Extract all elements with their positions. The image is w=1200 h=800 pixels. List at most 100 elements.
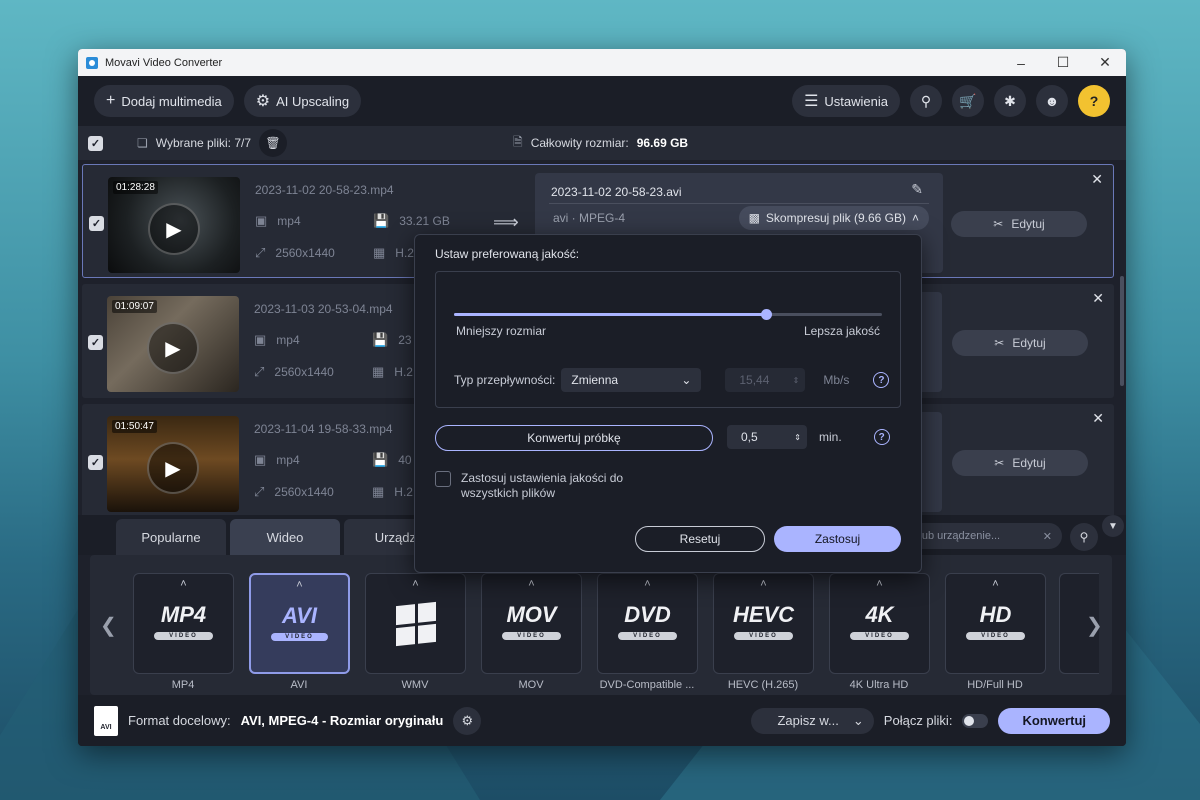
play-icon[interactable]: ▶ xyxy=(147,322,199,374)
disk-icon: 💾 xyxy=(372,332,389,347)
settings-button[interactable]: ☰ Ustawienia xyxy=(792,85,900,117)
file-checkbox[interactable]: ✓ xyxy=(88,455,103,470)
delete-selected-button[interactable]: 🗑 xyxy=(259,129,288,157)
bitrate-help-icon[interactable]: ? xyxy=(873,372,890,388)
apply-all-option[interactable]: Zastosuj ustawienia jakości do wszystkic… xyxy=(435,471,651,501)
edit-name-icon[interactable]: ✎ xyxy=(911,181,923,198)
compress-file-button[interactable]: ▩ Skompresuj plik (9.66 GB) ˄ xyxy=(738,206,929,230)
minimize-button[interactable]: – xyxy=(1000,55,1042,71)
codec-value: H.2 xyxy=(394,485,413,499)
codec-icon: ▦ xyxy=(372,364,385,379)
format-card-4k[interactable]: ˄ 4K VIDEO xyxy=(829,573,930,674)
format-logo: AVI xyxy=(281,603,318,628)
add-media-button[interactable]: + Dodaj multimedia xyxy=(94,85,234,117)
help-button[interactable]: ? xyxy=(1078,85,1110,117)
duration-badge: 01:28:28 xyxy=(113,181,158,194)
apply-button[interactable]: Zastosuj xyxy=(774,526,901,552)
selection-bar: ✓ ❏ Wybrane pliki: 7/7 🗑 🗎 Całkowity roz… xyxy=(78,126,1126,160)
sample-length-value: 0,5 xyxy=(741,430,758,444)
format-card-avi[interactable]: ˄ AVI VIDEO xyxy=(249,573,350,674)
format-logo-sub: VIDEO xyxy=(618,632,677,640)
quality-slider[interactable] xyxy=(454,309,882,320)
smaller-size-label: Mniejszy rozmiar xyxy=(456,324,547,338)
chevron-up-icon: ˄ xyxy=(760,578,767,590)
edit-button[interactable]: ✂ Edytuj xyxy=(951,211,1087,237)
account-button[interactable]: ☻ xyxy=(1036,85,1068,117)
stepper-icon: ⇕ xyxy=(792,375,800,385)
tab-popular[interactable]: Popularne xyxy=(116,519,226,555)
cart-button[interactable]: 🛒 xyxy=(952,85,984,117)
format-card-mp4[interactable]: ˄ MP4 VIDEO xyxy=(133,573,234,674)
source-file-name: 2023-11-03 20-53-04.mp4 xyxy=(254,302,393,316)
plus-icon: + xyxy=(106,92,116,109)
scissors-icon: ✂ xyxy=(994,336,1005,350)
quality-popup-title: Ustaw preferowaną jakość: xyxy=(435,247,580,261)
format-logo: 4K xyxy=(865,602,894,627)
reset-button[interactable]: Resetuj xyxy=(635,526,765,552)
next-arrow-icon[interactable]: ❯ xyxy=(1086,613,1103,638)
format-settings-button[interactable]: ⚙ xyxy=(453,706,482,735)
source-format: ▣ mp4 xyxy=(255,213,301,229)
format-card-hd[interactable]: ˄ HD VIDEO xyxy=(945,573,1046,674)
format-card-dvd[interactable]: ˄ DVD VIDEO xyxy=(597,573,698,674)
play-icon[interactable]: ▶ xyxy=(147,442,199,494)
prev-arrow-icon[interactable]: ❮ xyxy=(100,613,117,638)
source-file-name: 2023-11-02 20-58-23.mp4 xyxy=(255,183,394,197)
format-logo-sub: VIDEO xyxy=(154,632,213,640)
format-carousel: ❮ ˄ MP4 VIDEO MP4 ˄ AVI VIDEO AVI ˄ WMV … xyxy=(90,555,1112,695)
select-all-checkbox[interactable]: ✓ xyxy=(88,135,103,151)
scissors-icon: ✂ xyxy=(994,456,1005,470)
play-icon[interactable]: ▶ xyxy=(148,203,200,255)
ai-upscaling-label: AI Upscaling xyxy=(276,93,350,109)
files-icon: ❏ xyxy=(137,136,148,150)
format-card-wmv[interactable]: ˄ xyxy=(365,573,466,674)
quality-settings-box: Mniejszy rozmiar Lepsza jakość Typ przep… xyxy=(435,271,901,408)
share-button[interactable]: ✱ xyxy=(994,85,1026,117)
format-card-mov[interactable]: ˄ MOV VIDEO xyxy=(481,573,582,674)
clear-icon[interactable]: ✕ xyxy=(1043,530,1052,543)
close-window-button[interactable]: ✕ xyxy=(1084,54,1126,71)
file-checkbox[interactable]: ✓ xyxy=(88,335,103,350)
tab-video[interactable]: Wideo xyxy=(230,519,340,555)
save-to-dropdown[interactable]: Zapisz w... ⌄ xyxy=(751,707,874,734)
merge-files-toggle[interactable] xyxy=(962,713,989,728)
file-list-scrollbar[interactable] xyxy=(1120,276,1124,386)
quality-slider-fill xyxy=(454,313,767,316)
sample-length-stepper[interactable]: 0,5 ⇕ xyxy=(727,425,807,449)
ai-upscaling-button[interactable]: ⚙ AI Upscaling xyxy=(243,85,362,117)
bitrate-type-select[interactable]: Zmienna ⌄ xyxy=(561,368,702,392)
main-toolbar: + Dodaj multimedia ⚙ AI Upscaling ☰ Usta… xyxy=(78,76,1126,126)
chevron-up-icon: ˄ xyxy=(180,578,187,590)
remove-file-button[interactable]: ✕ xyxy=(1092,410,1104,427)
remove-file-button[interactable]: ✕ xyxy=(1091,171,1103,188)
apply-all-checkbox[interactable] xyxy=(435,471,451,487)
windows-logo-icon xyxy=(396,601,436,647)
quality-slider-handle[interactable] xyxy=(761,309,773,320)
search-button[interactable]: ⚲ xyxy=(910,85,942,117)
format-search-button[interactable]: ⚲ xyxy=(1070,523,1098,551)
source-format: ▣ mp4 xyxy=(254,332,300,348)
edit-button[interactable]: ✂ Edytuj xyxy=(952,330,1088,356)
sample-help-icon[interactable]: ? xyxy=(873,429,890,445)
format-card-hevc[interactable]: ˄ HEVC VIDEO xyxy=(713,573,814,674)
video-thumbnail[interactable]: 01:28:28 ▶ xyxy=(108,177,240,273)
format-logo: MP4 xyxy=(160,602,207,627)
remove-file-button[interactable]: ✕ xyxy=(1092,290,1104,307)
format-label: WMV xyxy=(401,679,429,691)
video-thumbnail[interactable]: 01:50:47 ▶ xyxy=(107,416,239,512)
total-size-label: Całkowity rozmiar: xyxy=(530,136,629,150)
file-checkbox[interactable]: ✓ xyxy=(89,216,104,231)
maximize-button[interactable]: ☐ xyxy=(1042,54,1084,71)
source-codec: ▦ H.2 xyxy=(372,364,413,380)
app-logo-icon xyxy=(86,56,98,69)
format-label: DVD-Compatible ... xyxy=(599,679,695,691)
stepper-icon[interactable]: ⇕ xyxy=(794,433,801,442)
resolution-value: 2560x1440 xyxy=(275,246,335,260)
video-thumbnail[interactable]: 01:09:07 ▶ xyxy=(107,296,239,392)
convert-button[interactable]: Konwertuj xyxy=(998,707,1110,734)
collapse-panel-button[interactable]: ▼ xyxy=(1102,515,1124,537)
source-codec: ▦ H.2 xyxy=(372,484,413,500)
format-logo-sub: VIDEO xyxy=(502,632,561,640)
edit-button[interactable]: ✂ Edytuj xyxy=(952,450,1088,476)
convert-sample-button[interactable]: Konwertuj próbkę xyxy=(435,425,713,451)
